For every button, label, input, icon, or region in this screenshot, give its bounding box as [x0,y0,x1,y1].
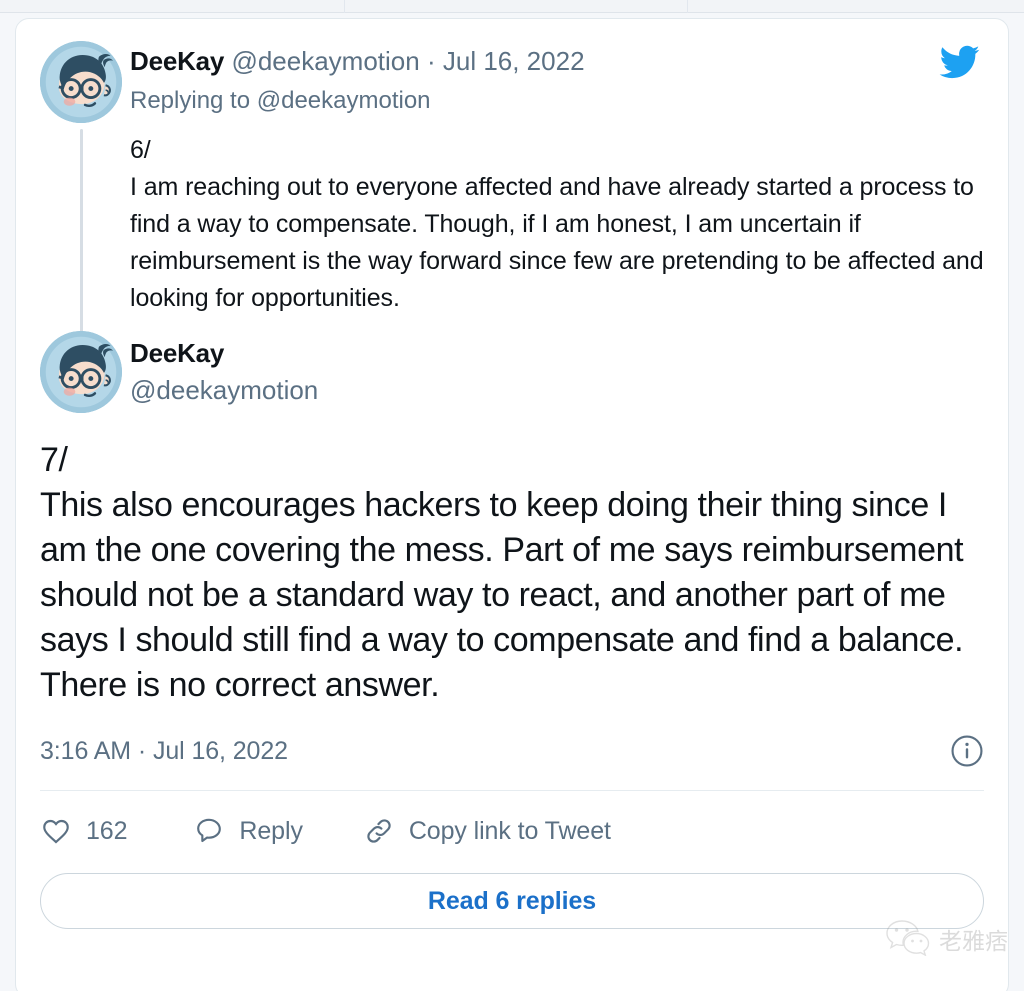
handle-text[interactable]: @deekaymotion [130,373,318,407]
tweet-main: DeeKay @deekaymotion 7/ This also encour… [40,331,984,929]
screenshot-root: DeeKay @deekaymotion · Jul 16, 2022 Repl… [0,0,1024,991]
top-strip-divider-left [344,0,345,13]
heart-icon [40,815,72,847]
top-strip-divider-right [687,0,688,13]
separator-dot: · [426,46,436,76]
top-strip [0,0,1024,13]
tweet-main-header: DeeKay @deekaymotion [130,337,318,407]
avatar[interactable] [40,41,122,123]
embedded-tweet-card: DeeKay @deekaymotion · Jul 16, 2022 Repl… [15,18,1009,991]
link-icon [363,815,395,847]
copy-link-label: Copy link to Tweet [408,816,611,845]
reply-button[interactable]: Reply [193,815,303,847]
tweet-meta-row: 3:16 AM · Jul 16, 2022 [40,734,984,768]
display-name[interactable]: DeeKay [130,46,224,76]
handle-text[interactable]: @deekaymotion [231,46,419,76]
tweet-reply: DeeKay @deekaymotion · Jul 16, 2022 Repl… [40,41,984,355]
tweet-main-sequence: 7/ [40,441,68,479]
read-replies-button[interactable]: Read 6 replies [40,873,984,929]
avatar-column [40,41,130,355]
tweet-reply-sequence: 6/ [130,136,151,164]
speech-bubble-icon [193,815,225,847]
action-bar: 162 Reply Copy link to Tweet [40,815,984,847]
tweet-reply-header: DeeKay @deekaymotion · Jul 16, 2022 [130,44,984,78]
like-button[interactable]: 162 [40,815,128,847]
copy-link-button[interactable]: Copy link to Tweet [363,815,611,847]
display-name[interactable]: DeeKay [130,337,318,369]
avatar[interactable] [40,331,122,413]
tweet-reply-body: 6/ I am reaching out to everyone affecte… [130,132,984,317]
action-bar-divider [40,790,984,791]
handle: @deekaymotion [224,46,419,76]
avatar-column [40,331,130,413]
info-circle-icon[interactable] [950,734,984,768]
thread-connector-line [80,129,83,355]
tweet-timestamp[interactable]: 3:16 AM · Jul 16, 2022 [40,737,288,766]
tweet-date: Jul 16, 2022 [442,46,585,76]
read-replies-label: Read 6 replies [427,886,597,915]
tweet-reply-text: I am reaching out to everyone affected a… [130,173,984,312]
reply-label: Reply [239,816,303,845]
tweet-main-body: 7/ This also encourages hackers to keep … [40,438,984,708]
like-count: 162 [86,816,128,845]
tweet-main-text: This also encourages hackers to keep doi… [40,486,964,704]
replying-to-label[interactable]: Replying to @deekaymotion [130,84,984,118]
